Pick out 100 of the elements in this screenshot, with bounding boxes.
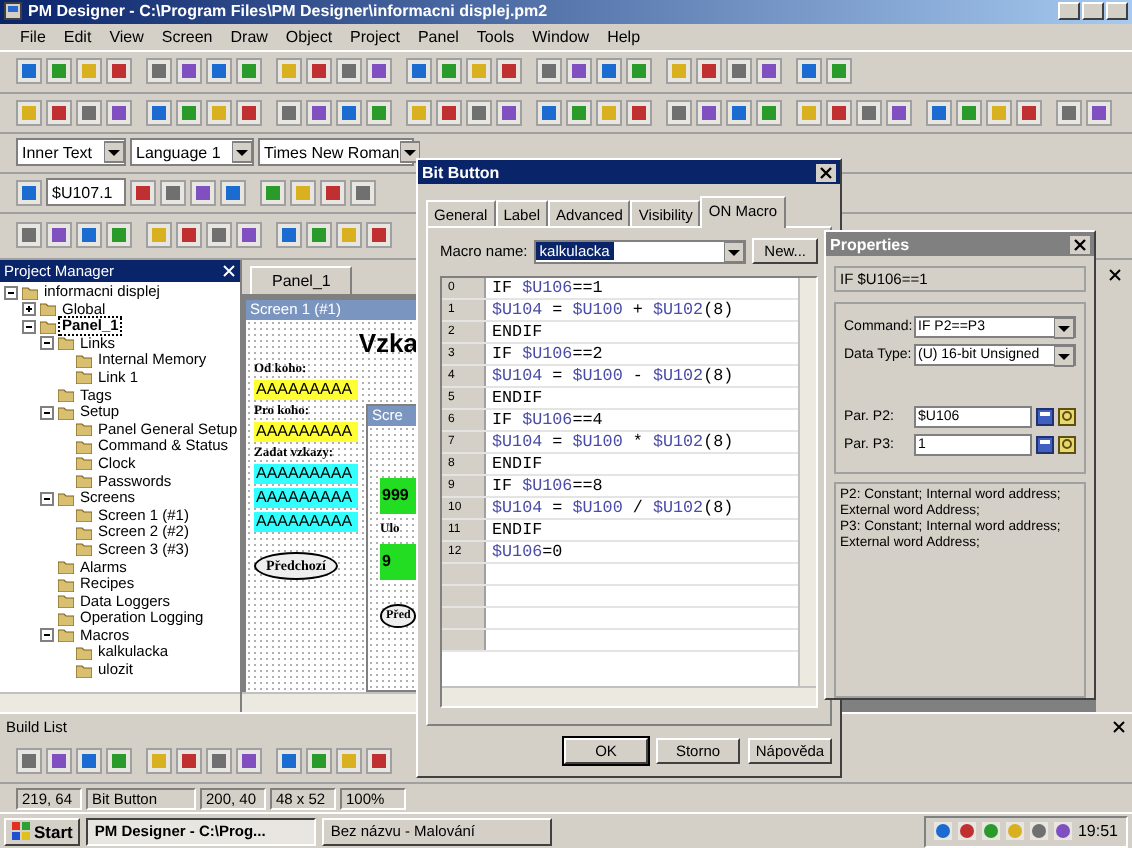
close-icon[interactable] <box>1112 720 1126 735</box>
dropdown-arrow-icon[interactable] <box>724 239 745 263</box>
tray-icon[interactable] <box>933 822 952 841</box>
toolbar-icon[interactable] <box>796 58 822 85</box>
toolbar-icon[interactable] <box>366 99 392 126</box>
toolbar-icon[interactable] <box>236 222 262 249</box>
toolbar-icon[interactable] <box>306 748 332 775</box>
toolbar-icon[interactable] <box>726 58 752 85</box>
dropdown-arrow-icon[interactable] <box>1054 343 1074 367</box>
toolbar-icon[interactable] <box>76 99 102 126</box>
toolbar-icon[interactable] <box>1056 99 1082 126</box>
toolbar-icon[interactable] <box>220 179 246 206</box>
toolbar-icon[interactable] <box>320 179 346 206</box>
toolbar-icon[interactable] <box>856 99 882 126</box>
toolbar-icon[interactable] <box>666 99 692 126</box>
scrollbar[interactable] <box>242 692 418 713</box>
collapse-icon[interactable] <box>40 336 54 351</box>
code-line[interactable]: IF $U106==8 <box>486 476 603 496</box>
expand-icon[interactable] <box>22 302 36 317</box>
toolbar-icon[interactable] <box>46 748 72 775</box>
toolbar-icon[interactable] <box>306 222 332 249</box>
menu-item[interactable]: Object <box>285 27 333 46</box>
address-field[interactable]: $U107.1 <box>46 178 126 207</box>
toolbar-icon[interactable] <box>146 99 172 126</box>
menu-item[interactable]: Project <box>350 27 400 46</box>
code-line[interactable]: IF $U106==4 <box>486 410 603 430</box>
toolbar-icon[interactable] <box>306 58 332 85</box>
toolbar-icon[interactable] <box>306 99 332 126</box>
code-line[interactable]: $U104 = $U100 - $U102(8) <box>486 366 734 386</box>
code-line[interactable]: $U104 = $U100 * $U102(8) <box>486 432 734 452</box>
toolbar-icon[interactable] <box>176 748 202 775</box>
collapse-icon[interactable] <box>4 285 18 299</box>
scrollbar[interactable] <box>798 278 816 686</box>
toolbar-icon[interactable] <box>236 99 262 126</box>
scrollbar[interactable] <box>442 686 816 706</box>
toolbar-icon[interactable] <box>46 58 72 85</box>
toolbar-icon[interactable] <box>190 179 216 206</box>
menu-item[interactable]: Draw <box>230 27 268 46</box>
toolbar-icon[interactable] <box>886 99 912 126</box>
toolbar-icon[interactable] <box>46 222 72 249</box>
menu-item[interactable]: Tools <box>476 27 515 46</box>
code-line[interactable]: ENDIF <box>486 322 543 342</box>
toolbar-icon[interactable] <box>336 58 362 85</box>
dropdown-arrow-icon[interactable] <box>104 140 124 165</box>
menu-item[interactable]: View <box>109 27 144 46</box>
collapse-icon[interactable] <box>40 405 54 420</box>
toolbar-icon[interactable] <box>276 222 302 249</box>
toolbar-icon[interactable] <box>130 179 156 206</box>
toolbar-icon[interactable] <box>536 58 562 85</box>
toolbar-icon[interactable] <box>496 58 522 85</box>
toolbar-icon[interactable] <box>236 58 262 85</box>
collapse-icon[interactable] <box>40 491 54 506</box>
toolbar-icon[interactable] <box>366 748 392 775</box>
menu-item[interactable]: Help <box>607 27 641 46</box>
font-dropdown[interactable]: Times New Roman <box>258 138 414 167</box>
toolbar-icon[interactable] <box>626 99 652 126</box>
toolbar-icon[interactable] <box>466 99 492 126</box>
toolbar-icon[interactable] <box>206 748 232 775</box>
toolbar-icon[interactable] <box>106 222 132 249</box>
toolbar-icon[interactable] <box>276 748 302 775</box>
toolbar-icon[interactable] <box>160 179 186 206</box>
toolbar-icon[interactable] <box>350 179 376 206</box>
toolbar-icon[interactable] <box>1086 99 1112 126</box>
collapse-icon[interactable] <box>40 628 54 643</box>
code-line[interactable]: IF $U106==1 <box>486 278 603 298</box>
maximize-button[interactable] <box>1082 2 1104 21</box>
toolbar-icon[interactable] <box>46 99 72 126</box>
close-icon[interactable] <box>1070 235 1090 253</box>
code-line[interactable]: IF $U106==2 <box>486 344 603 364</box>
toolbar-icon[interactable] <box>76 222 102 249</box>
toolbar-icon[interactable] <box>176 222 202 249</box>
panel-tab[interactable]: Panel_1 <box>250 265 353 294</box>
toolbar-icon[interactable] <box>566 99 592 126</box>
tag-icon[interactable] <box>1058 436 1076 454</box>
dropdown-arrow-icon[interactable] <box>232 140 252 165</box>
toolbar-icon[interactable] <box>276 99 302 126</box>
calculator-icon[interactable] <box>1036 436 1054 454</box>
toolbar-icon[interactable] <box>236 748 262 775</box>
toolbar-icon[interactable] <box>566 58 592 85</box>
toolbar-icon[interactable] <box>176 99 202 126</box>
text-target-dropdown[interactable]: Inner Text <box>16 138 126 167</box>
code-line[interactable]: ENDIF <box>486 388 543 408</box>
tag-icon[interactable] <box>1058 408 1076 426</box>
toolbar-icon[interactable] <box>1016 99 1042 126</box>
toolbar-icon[interactable] <box>726 99 752 126</box>
toolbar-icon[interactable] <box>260 179 286 206</box>
toolbar-icon[interactable] <box>206 222 232 249</box>
toolbar-icon[interactable] <box>436 99 462 126</box>
toolbar-icon[interactable] <box>436 58 462 85</box>
toolbar-icon[interactable] <box>926 99 952 126</box>
code-line[interactable]: $U106=0 <box>486 542 563 562</box>
tray-icon[interactable] <box>957 822 976 841</box>
start-button[interactable]: Start <box>4 817 81 846</box>
toolbar-icon[interactable] <box>16 179 42 206</box>
toolbar-icon[interactable] <box>106 58 132 85</box>
toolbar-icon[interactable] <box>696 99 722 126</box>
minimize-button[interactable] <box>1058 2 1080 21</box>
toolbar-icon[interactable] <box>826 99 852 126</box>
menu-item[interactable]: Edit <box>63 27 92 46</box>
toolbar-icon[interactable] <box>176 58 202 85</box>
